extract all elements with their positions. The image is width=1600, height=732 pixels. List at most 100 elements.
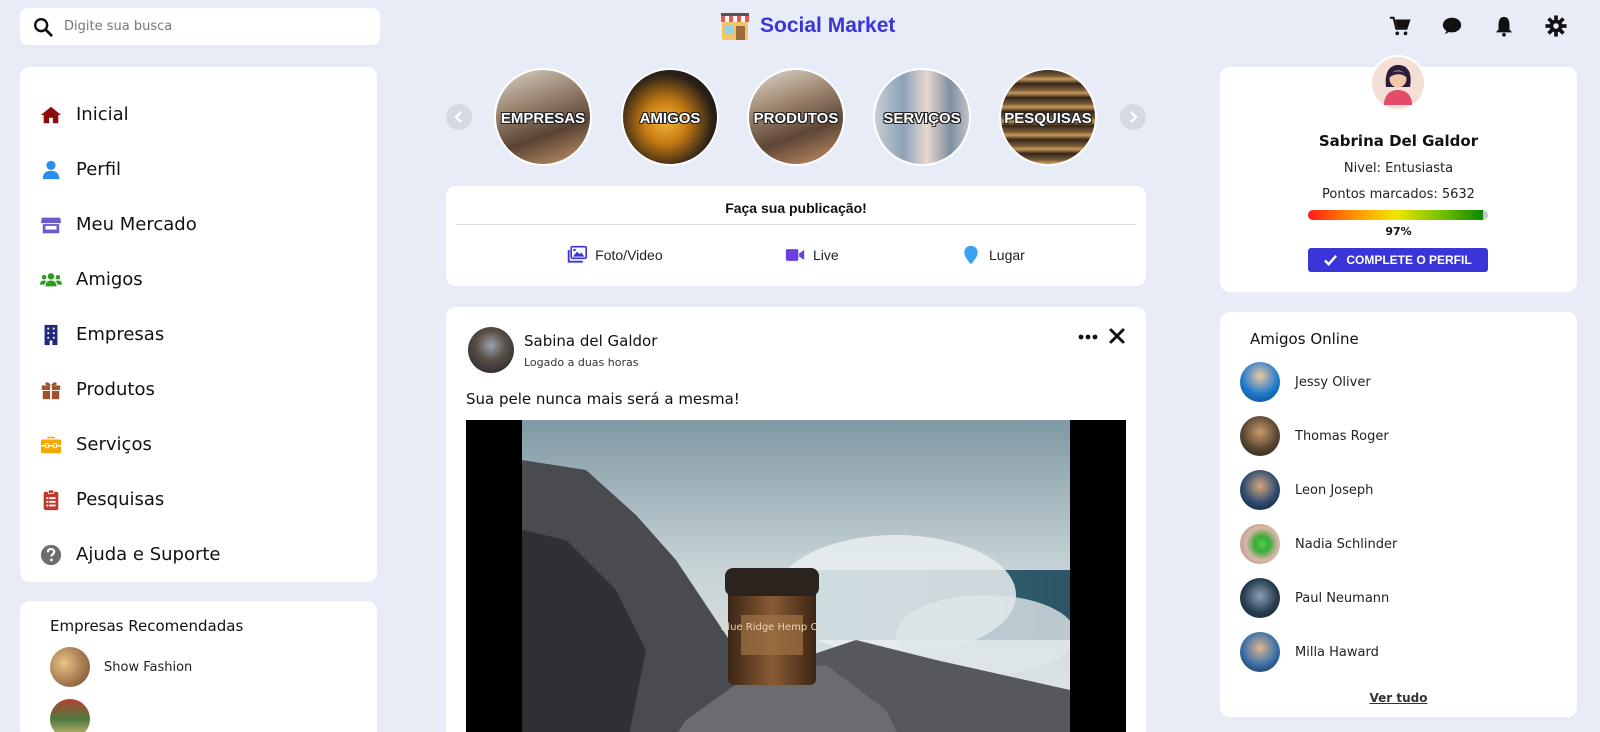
sidebar-item-perfil[interactable]: Perfil	[20, 142, 377, 197]
sidebar-item-label: Meu Mercado	[76, 214, 197, 235]
stories-prev-button[interactable]	[446, 104, 472, 130]
sidebar-item-label: Amigos	[76, 269, 143, 290]
progress-fill	[1308, 210, 1483, 220]
photo-video-label: Foto/Video	[595, 247, 663, 263]
friend-name: Milla Haward	[1295, 644, 1379, 660]
store-icon	[40, 214, 62, 236]
search-icon	[34, 17, 53, 37]
story-servicos[interactable]: SERVIÇOS	[873, 68, 971, 166]
complete-profile-label: COMPLETE O PERFIL	[1346, 253, 1472, 267]
video-icon	[785, 249, 805, 261]
avatar	[1240, 416, 1280, 456]
stories-next-button[interactable]	[1120, 104, 1146, 130]
recommended-companies: Empresas Recomendadas Show Fashion	[20, 601, 377, 732]
publish-box: Faça sua publicação! Foto/Video Live Lug…	[446, 186, 1146, 286]
photo-icon	[567, 245, 588, 263]
company-name: Show Fashion	[104, 659, 193, 675]
brand[interactable]: Social Market	[720, 10, 895, 42]
help-icon	[40, 544, 62, 566]
avatar[interactable]	[468, 327, 514, 373]
place-button[interactable]: Lugar	[961, 245, 1025, 265]
company-avatar	[50, 699, 90, 732]
story-pesquisas[interactable]: PESQUISAS	[999, 68, 1097, 166]
cart-icon[interactable]	[1388, 14, 1412, 38]
sidebar-item-label: Empresas	[76, 324, 165, 345]
list-item[interactable]	[50, 699, 377, 732]
chat-icon[interactable]	[1440, 14, 1464, 38]
post-author: Sabina del Galdor Logado a duas horas	[524, 332, 657, 369]
search-input[interactable]	[64, 19, 344, 34]
sidebar-menu: Inicial Perfil Meu Mercado Amigos Empres…	[20, 67, 377, 582]
recommended-title: Empresas Recomendadas	[50, 617, 244, 635]
story-produtos[interactable]: PRODUTOS	[747, 68, 845, 166]
sidebar-item-servicos[interactable]: Serviços	[20, 417, 377, 472]
gear-icon[interactable]	[1544, 14, 1568, 38]
live-button[interactable]: Live	[785, 245, 839, 265]
sidebar-item-ajuda[interactable]: Ajuda e Suporte	[20, 527, 377, 582]
top-actions	[1360, 14, 1568, 38]
avatar[interactable]	[1370, 55, 1426, 111]
friend-name: Nadia Schlinder	[1295, 536, 1398, 552]
list-item[interactable]: Thomas Roger	[1240, 416, 1389, 456]
post-photo: Blue Ridge Hemp Co	[466, 420, 1126, 732]
sidebar-item-produtos[interactable]: Produtos	[20, 362, 377, 417]
see-all-link[interactable]: Ver tudo	[1220, 691, 1577, 705]
avatar	[1240, 578, 1280, 618]
bell-icon[interactable]	[1492, 14, 1516, 38]
post-card: Sabina del Galdor Logado a duas horas Su…	[446, 307, 1146, 732]
sidebar-item-label: Produtos	[76, 379, 155, 400]
publish-actions: Foto/Video Live Lugar	[446, 225, 1146, 285]
search-bar[interactable]	[20, 8, 380, 45]
friend-name: Leon Joseph	[1295, 482, 1374, 498]
close-icon[interactable]	[1108, 327, 1126, 345]
progress-percent: 97%	[1385, 225, 1412, 238]
toolbox-icon	[40, 434, 62, 456]
avatar	[1240, 362, 1280, 402]
friends-online: Amigos Online Jessy Oliver Thomas Roger …	[1220, 312, 1577, 717]
shop-logo	[721, 13, 749, 40]
user-avatar-icon	[1372, 57, 1424, 109]
gift-icon	[40, 379, 62, 401]
sidebar-item-empresas[interactable]: Empresas	[20, 307, 377, 362]
map-pin-icon	[964, 245, 978, 265]
sidebar-item-inicial[interactable]: Inicial	[20, 87, 377, 142]
friend-name: Thomas Roger	[1295, 428, 1389, 444]
sidebar-item-meu-mercado[interactable]: Meu Mercado	[20, 197, 377, 252]
sidebar-item-pesquisas[interactable]: Pesquisas	[20, 472, 377, 527]
story-label: PESQUISAS	[1004, 110, 1092, 127]
post-image[interactable]: Blue Ridge Hemp Co	[466, 420, 1126, 732]
list-item[interactable]: Show Fashion	[50, 647, 377, 687]
profile-progress-bar	[1308, 210, 1488, 220]
avatar	[1240, 632, 1280, 672]
friend-name: Jessy Oliver	[1295, 374, 1371, 390]
friends-title: Amigos Online	[1250, 330, 1359, 348]
story-label: PRODUTOS	[753, 110, 839, 127]
product-label-text: Blue Ridge Hemp Co	[720, 622, 823, 633]
post-author-name[interactable]: Sabina del Galdor	[524, 332, 657, 350]
more-options-icon[interactable]	[1078, 331, 1098, 343]
story-label: EMPRESAS	[500, 110, 586, 127]
list-item[interactable]: Jessy Oliver	[1240, 362, 1371, 402]
list-item[interactable]: Nadia Schlinder	[1240, 524, 1397, 564]
avatar	[1240, 470, 1280, 510]
story-amigos[interactable]: AMIGOS	[621, 68, 719, 166]
list-item[interactable]: Leon Joseph	[1240, 470, 1373, 510]
profile-name: Sabrina Del Galdor	[1318, 132, 1479, 150]
friend-name: Paul Neumann	[1295, 590, 1390, 606]
post-timestamp: Logado a duas horas	[524, 355, 639, 369]
sidebar-item-amigos[interactable]: Amigos	[20, 252, 377, 307]
post-header: Sabina del Galdor Logado a duas horas	[468, 327, 657, 373]
company-avatar	[50, 647, 90, 687]
sidebar-item-label: Pesquisas	[76, 489, 165, 510]
story-empresas[interactable]: EMPRESAS	[494, 68, 592, 166]
complete-profile-button[interactable]: COMPLETE O PERFIL	[1308, 248, 1488, 272]
photo-video-button[interactable]: Foto/Video	[567, 245, 663, 265]
brand-title: Social Market	[760, 14, 896, 37]
sidebar-item-label: Inicial	[76, 104, 129, 125]
list-item[interactable]: Paul Neumann	[1240, 578, 1389, 618]
check-icon	[1324, 254, 1338, 266]
list-item[interactable]: Milla Haward	[1240, 632, 1379, 672]
sidebar-item-label: Serviços	[76, 434, 152, 455]
users-icon	[40, 269, 62, 291]
profile-card: Sabrina Del Galdor Nivel: Entusiasta Pon…	[1220, 55, 1577, 292]
